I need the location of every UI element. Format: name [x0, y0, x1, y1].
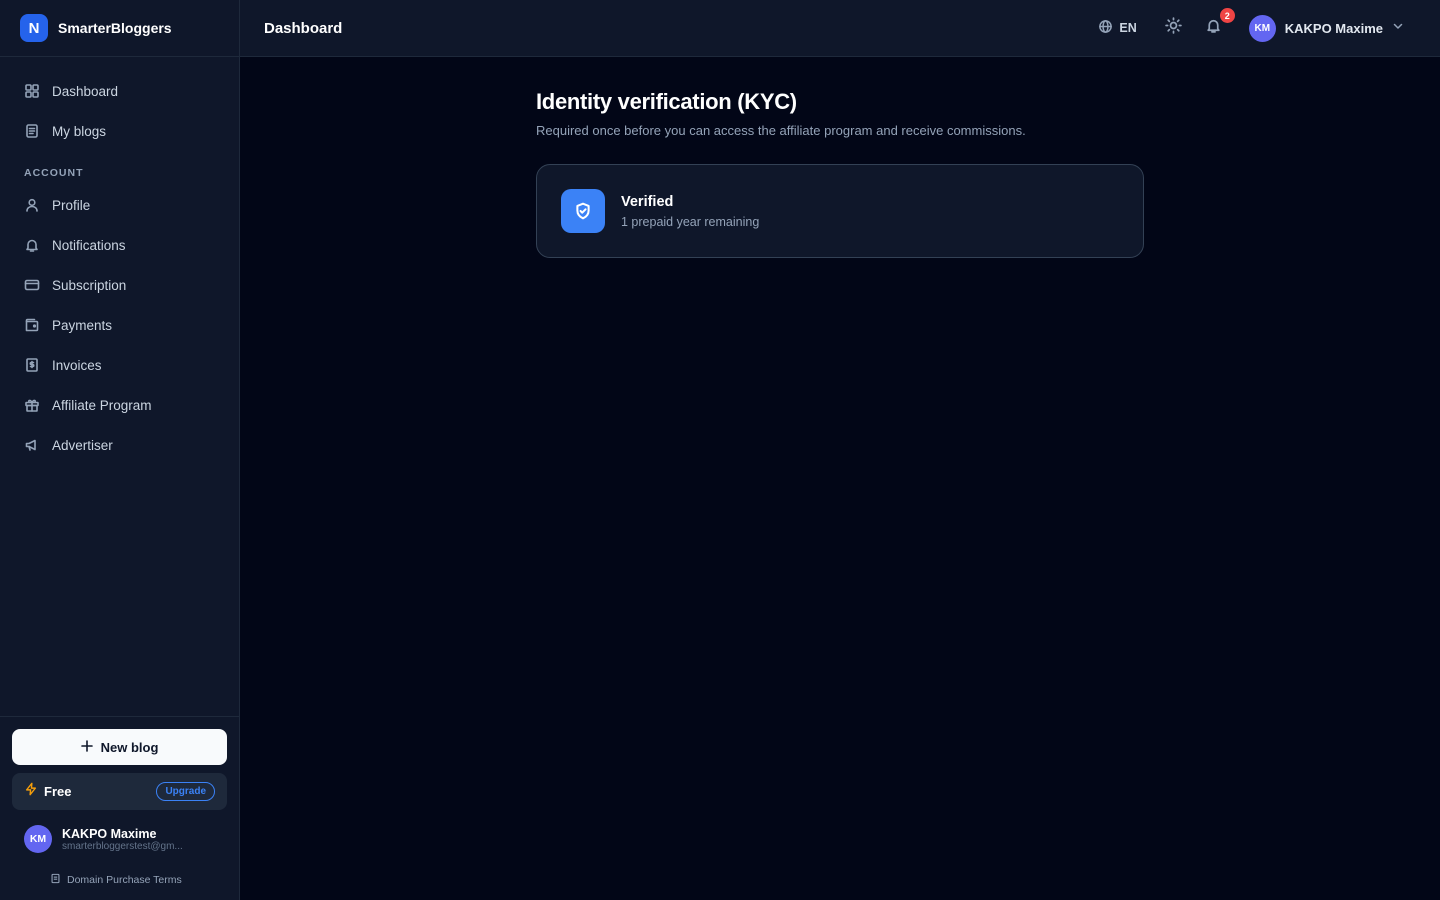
bell-icon [24, 237, 40, 253]
user-icon [24, 197, 40, 213]
receipt-icon [24, 357, 40, 373]
sidebar-item-label: Subscription [52, 277, 127, 293]
sidebar: N SmarterBloggers Dashboard My blogs ACC… [0, 0, 240, 900]
domain-purchase-terms-link[interactable]: Domain Purchase Terms [50, 873, 182, 887]
page-header-title: Dashboard [264, 19, 343, 37]
sidebar-item-invoices[interactable]: Invoices [0, 345, 239, 385]
sidebar-item-dashboard[interactable]: Dashboard [0, 71, 239, 111]
sidebar-item-label: My blogs [52, 123, 107, 139]
sidebar-item-label: Payments [52, 317, 113, 333]
avatar: KM [1248, 14, 1276, 42]
brand-logo: N [20, 14, 48, 42]
language-label: EN [1119, 21, 1137, 35]
sidebar-item-label: Advertiser [52, 437, 113, 453]
top-header: Dashboard EN 2 KM KAKPO Maxime [240, 0, 1440, 57]
user-menu[interactable]: KM KAKPO Maxime [1248, 14, 1404, 42]
section-label-account: ACCOUNT [24, 167, 84, 179]
sidebar-item-label: Notifications [52, 237, 126, 253]
page-title: Identity verification (KYC) [536, 89, 797, 114]
sidebar-item-label: Dashboard [52, 83, 119, 99]
sidebar-item-affiliate-program[interactable]: Affiliate Program [0, 385, 239, 425]
sidebar-item-my-blogs[interactable]: My blogs [0, 111, 239, 151]
new-blog-button[interactable]: New blog [12, 729, 227, 765]
megaphone-icon [24, 437, 40, 453]
grid-icon [24, 83, 40, 99]
sidebar-item-label: Affiliate Program [52, 397, 152, 413]
sidebar-nav: Dashboard My blogs ACCOUNT Profile Notif… [0, 57, 239, 465]
notification-badge: 2 [1219, 8, 1235, 23]
user-name: KAKPO Maxime [62, 826, 157, 841]
upgrade-button[interactable]: Upgrade [156, 782, 215, 801]
plus-icon [80, 739, 93, 755]
main-content: Identity verification (KYC) Required onc… [240, 57, 1440, 900]
brand-name: SmarterBloggers [58, 20, 172, 36]
plan-name: Free [44, 784, 72, 799]
sidebar-item-advertiser[interactable]: Advertiser [0, 425, 239, 465]
notifications-button[interactable]: 2 [1203, 8, 1235, 39]
wallet-icon [24, 317, 40, 333]
terms-label: Domain Purchase Terms [67, 874, 182, 886]
theme-toggle[interactable] [1163, 17, 1185, 39]
plan-box: Free Upgrade [12, 773, 227, 810]
chevron-down-icon [1392, 19, 1404, 37]
page-subtitle: Required once before you can access the … [536, 123, 1026, 138]
globe-icon [1098, 19, 1113, 37]
shield-check-icon [561, 189, 605, 233]
credit-card-icon [24, 277, 40, 293]
sidebar-item-label: Invoices [52, 357, 102, 373]
new-blog-label: New blog [100, 739, 159, 755]
sidebar-item-subscription[interactable]: Subscription [0, 265, 239, 305]
gift-icon [24, 397, 40, 413]
user-email: smarterbloggerstest@gm... [62, 840, 183, 852]
sidebar-item-label: Profile [52, 197, 91, 213]
kyc-status-title: Verified [621, 193, 674, 210]
kyc-status-subtitle: 1 prepaid year remaining [621, 214, 760, 229]
language-selector[interactable]: EN [1098, 19, 1137, 37]
sidebar-item-payments[interactable]: Payments [0, 305, 239, 345]
kyc-status-card: Verified 1 prepaid year remaining [536, 164, 1144, 258]
app: N SmarterBloggers Dashboard My blogs ACC… [0, 0, 1440, 900]
bell-icon [1205, 17, 1222, 39]
sidebar-item-notifications[interactable]: Notifications [0, 225, 239, 265]
lightning-icon [24, 782, 38, 801]
header-actions: EN 2 KM KAKPO Maxime [1098, 0, 1404, 56]
brand[interactable]: N SmarterBloggers [0, 0, 239, 57]
document-icon [24, 123, 40, 139]
document-icon [50, 873, 61, 887]
sidebar-footer: New blog Free Upgrade KM KAKPO Maxime sm… [0, 716, 239, 900]
sidebar-item-profile[interactable]: Profile [0, 185, 239, 225]
user-menu-name: KAKPO Maxime [1284, 20, 1383, 36]
avatar: KM [24, 825, 52, 853]
sidebar-user[interactable]: KM KAKPO Maxime smarterbloggerstest@gm..… [24, 825, 194, 853]
sun-icon [1165, 17, 1183, 39]
